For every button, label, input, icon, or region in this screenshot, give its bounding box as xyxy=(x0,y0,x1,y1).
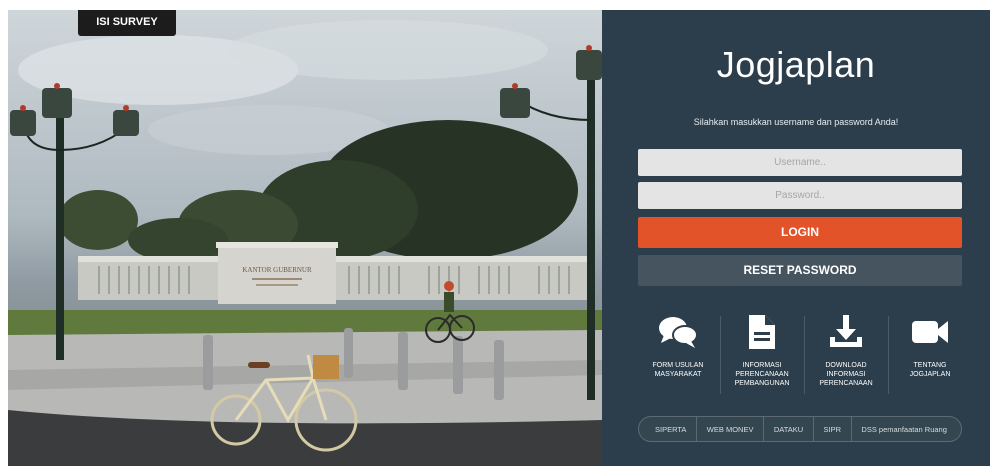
feature-form-usulan[interactable]: FORM USULAN MASYARAKAT xyxy=(638,313,718,379)
feature-divider xyxy=(804,316,805,394)
document-icon xyxy=(749,315,775,349)
login-subtitle: Silahkan masukkan username dan password … xyxy=(693,117,899,127)
link-dss-pemanfaatan-ruang[interactable]: DSS pemanfaatan Ruang xyxy=(855,425,952,434)
feature-label: INFORMASI PERENCANAAN PEMBANGUNAN xyxy=(734,362,790,387)
link-separator xyxy=(763,416,765,442)
link-siperta[interactable]: SIPERTA xyxy=(649,425,692,434)
street-scene-illustration: KANTOR GUBERNUR xyxy=(8,20,602,466)
link-web-monev[interactable]: WEB MONEV xyxy=(701,425,760,434)
download-icon xyxy=(830,315,862,347)
feature-label: DOWNLOAD INFORMASI PERENCANAAN xyxy=(819,362,873,387)
app-title: Jogjaplan xyxy=(716,44,876,85)
feature-label: FORM USULAN MASYARAKAT xyxy=(652,362,704,378)
background-photo: KANTOR GUBERNUR ISI SURVEY xyxy=(8,10,602,466)
link-separator xyxy=(696,416,698,442)
login-panel: Jogjaplan Silahkan masukkan username dan… xyxy=(602,10,990,466)
feature-label: TENTANG JOGJAPLAN xyxy=(909,362,951,378)
link-dataku[interactable]: DATAKU xyxy=(768,425,809,434)
password-input[interactable] xyxy=(638,182,962,209)
link-separator xyxy=(850,416,852,442)
feature-divider xyxy=(888,316,889,394)
page-frame: KANTOR GUBERNUR ISI SURVEY Jogjaplan Sil… xyxy=(8,10,990,466)
feature-download-informasi[interactable]: DOWNLOAD INFORMASI PERENCANAAN xyxy=(806,313,886,388)
building-sign-text: KANTOR GUBERNUR xyxy=(242,266,312,274)
reset-password-button[interactable]: RESET PASSWORD xyxy=(638,255,962,286)
link-sipr[interactable]: SIPR xyxy=(818,425,848,434)
isi-survey-tab[interactable]: ISI SURVEY xyxy=(78,10,176,36)
chat-bubbles-icon xyxy=(659,317,698,348)
external-links-bar: SIPERTA WEB MONEV DATAKU SIPR DSS pemanf… xyxy=(638,416,962,442)
feature-tentang-jogjaplan[interactable]: TENTANG JOGJAPLAN xyxy=(890,313,970,379)
link-separator xyxy=(812,416,814,442)
username-input[interactable] xyxy=(638,149,962,176)
video-camera-icon xyxy=(912,321,948,343)
feature-divider xyxy=(720,316,721,394)
login-button[interactable]: LOGIN xyxy=(638,217,962,248)
feature-informasi-perencanaan[interactable]: INFORMASI PERENCANAAN PEMBANGUNAN xyxy=(722,313,802,388)
